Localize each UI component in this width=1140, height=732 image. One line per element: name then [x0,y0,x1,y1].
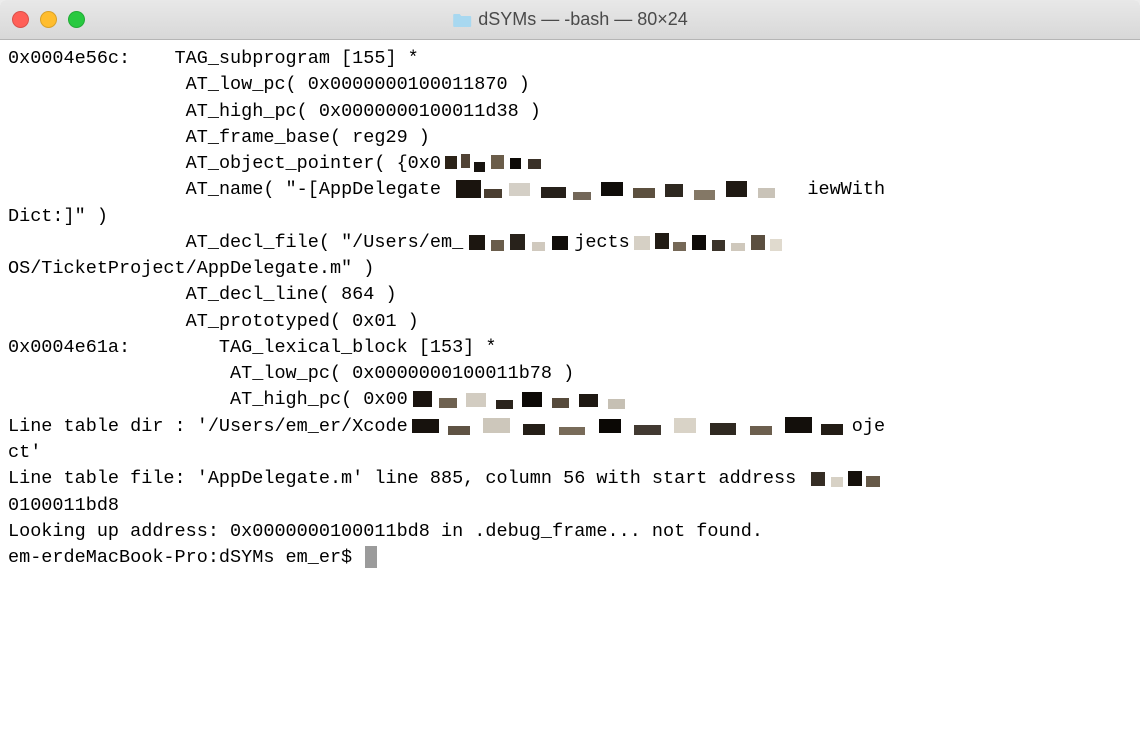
pixelation-overlay [463,230,574,256]
text-segment: AT_high_pc( 0x00 [8,389,408,410]
text-segment: AT_decl_file( "/Users/em_ [8,232,463,253]
terminal-line: AT_low_pc( 0x0000000100011b78 ) [8,361,1132,387]
pixelation-overlay [807,466,885,492]
terminal-line: Dict:]" ) [8,204,1132,230]
pixelation-overlay [408,414,852,440]
terminal-line: AT_object_pointer( {0x0004e58c} ) [8,151,1132,177]
terminal-line: Line table file: 'AppDelegate.m' line 88… [8,466,1132,492]
terminal-line: ct' [8,440,1132,466]
traffic-lights [12,11,85,28]
terminal-line: AT_frame_base( reg29 ) [8,125,1132,151]
terminal-line: AT_name( "-[AppDelegate ████████████████… [8,177,1132,203]
text-segment: jects [574,232,630,253]
terminal-line: 0100011bd8 [8,493,1132,519]
terminal-window: dSYMs — -bash — 80×24 0x0004e56c: TAG_su… [0,0,1140,732]
titlebar[interactable]: dSYMs — -bash — 80×24 [0,0,1140,40]
terminal-output[interactable]: 0x0004e56c: TAG_subprogram [155] * AT_lo… [0,40,1140,732]
text-segment: AT_object_pointer( {0x0 [8,153,441,174]
text-segment: AT_name( "-[AppDelegate [8,179,452,200]
prompt-line: em-erdeMacBook-Pro:dSYMs em_er$ [8,545,1132,571]
text-segment: Line table file: 'AppDelegate.m' line 88… [8,468,807,489]
terminal-line: OS/TicketProject/AppDelegate.m" ) [8,256,1132,282]
text-segment: Line table dir : '/Users/em_er/Xcode [8,416,408,437]
pixelation-overlay [452,177,807,203]
terminal-line: AT_low_pc( 0x0000000100011870 ) [8,72,1132,98]
window-title: dSYMs — -bash — 80×24 [452,9,688,30]
window-title-text: dSYMs — -bash — 80×24 [478,9,688,30]
terminal-line: AT_decl_line( 864 ) [8,282,1132,308]
pixelation-overlay [630,230,785,256]
pixelation-overlay [441,151,552,177]
folder-icon [452,12,472,28]
text-segment: iewWith [807,179,885,200]
pixelation-overlay [408,387,652,413]
terminal-line: AT_decl_file( "/Users/em_██████████jects… [8,230,1132,256]
terminal-line: AT_high_pc( 0x00██████████████████████ [8,387,1132,413]
cursor[interactable] [365,546,377,568]
minimize-button[interactable] [40,11,57,28]
terminal-line: AT_prototyped( 0x01 ) [8,309,1132,335]
maximize-button[interactable] [68,11,85,28]
terminal-line: Line table dir : '/Users/em_er/Xcode████… [8,414,1132,440]
text-segment: oje [852,416,885,437]
shell-prompt: em-erdeMacBook-Pro:dSYMs em_er$ [8,547,363,568]
terminal-line: Looking up address: 0x0000000100011bd8 i… [8,519,1132,545]
terminal-line: 0x0004e61a: TAG_lexical_block [153] * [8,335,1132,361]
terminal-line: 0x0004e56c: TAG_subprogram [155] * [8,46,1132,72]
close-button[interactable] [12,11,29,28]
terminal-line: AT_high_pc( 0x0000000100011d38 ) [8,99,1132,125]
